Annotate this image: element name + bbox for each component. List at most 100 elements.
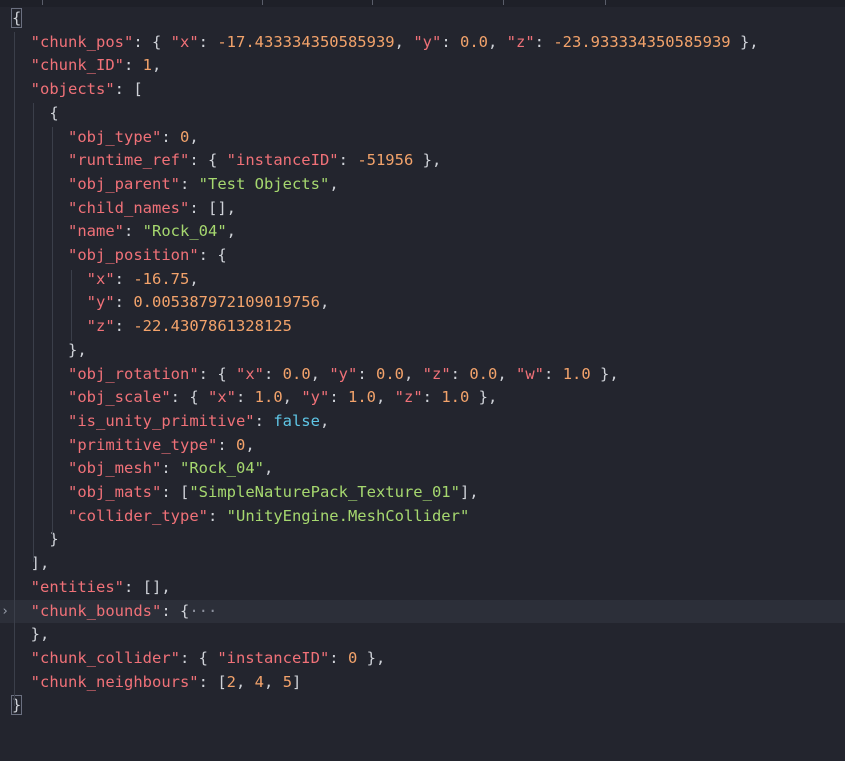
- code-line[interactable]: }: [0, 694, 845, 718]
- json-token: :: [179, 174, 199, 193]
- json-token: ,: [376, 388, 395, 407]
- json-key: "obj_parent": [68, 174, 180, 193]
- code-line[interactable]: {: [0, 7, 845, 31]
- json-key: "primitive_type": [68, 435, 218, 454]
- json-key: "obj_rotation": [68, 364, 199, 383]
- code-text: {: [10, 7, 23, 31]
- json-key: "objects": [30, 80, 115, 99]
- json-token: },: [68, 340, 87, 359]
- code-line[interactable]: "obj_mats": ["SimpleNaturePack_Texture_0…: [0, 481, 845, 505]
- json-key: "z": [422, 364, 451, 383]
- code-line[interactable]: "is_unity_primitive": false,: [0, 410, 845, 434]
- code-line[interactable]: "obj_rotation": { "x": 0.0, "y": 0.0, "z…: [0, 363, 845, 387]
- json-key: "collider_type": [68, 506, 208, 525]
- code-text: "obj_scale": { "x": 1.0, "y": 1.0, "z": …: [12, 386, 497, 410]
- json-token: ,: [487, 32, 507, 51]
- json-key: "x": [207, 388, 236, 407]
- json-token: :: [254, 411, 274, 430]
- chevron-right-icon[interactable]: ›: [0, 600, 10, 624]
- code-line[interactable]: "chunk_neighbours": [2, 4, 5]: [0, 671, 845, 695]
- json-token: },: [413, 151, 442, 170]
- json-token: :: [114, 269, 134, 288]
- json-key: "w": [516, 364, 545, 383]
- json-string: "UnityEngine.MeshCollider": [226, 506, 470, 525]
- code-line[interactable]: },: [0, 623, 845, 647]
- code-line[interactable]: "x": -16.75,: [0, 268, 845, 292]
- json-token: ,: [264, 459, 274, 478]
- code-text: "objects": [: [12, 78, 143, 102]
- json-token: {: [10, 8, 23, 28]
- json-keyword: false: [273, 411, 320, 430]
- code-text: "runtime_ref": { "instanceID": -51956 },: [12, 149, 441, 173]
- code-line[interactable]: "primitive_type": 0,: [0, 434, 845, 458]
- json-token: :: [534, 32, 554, 51]
- code-line[interactable]: "chunk_pos": { "x": -17.433334350585939,…: [0, 31, 845, 55]
- code-line[interactable]: "entities": [],: [0, 576, 845, 600]
- indent-guide: [14, 32, 15, 706]
- code-text: "obj_parent": "Test Objects",: [12, 173, 339, 197]
- code-line[interactable]: "y": 0.005387972109019756,: [0, 291, 845, 315]
- json-key: "chunk_pos": [30, 32, 134, 51]
- json-token: : {: [133, 32, 171, 51]
- json-key: "is_unity_primitive": [68, 411, 255, 430]
- code-line[interactable]: "name": "Rock_04",: [0, 220, 845, 244]
- strip-mark: [42, 0, 43, 5]
- json-token: ,: [319, 411, 330, 430]
- code-line[interactable]: ],: [0, 552, 845, 576]
- code-text: "obj_type": 0,: [12, 126, 199, 150]
- json-token: ,: [226, 222, 237, 241]
- code-line[interactable]: "obj_parent": "Test Objects",: [0, 173, 845, 197]
- code-line[interactable]: "child_names": [],: [0, 197, 845, 221]
- json-token: ,: [310, 364, 330, 383]
- code-line[interactable]: "obj_mesh": "Rock_04",: [0, 457, 845, 481]
- json-key: "obj_mesh": [68, 459, 162, 478]
- json-string: "SimpleNaturePack_Texture_01": [189, 483, 460, 501]
- json-token: : [: [114, 80, 143, 99]
- json-key: "obj_scale": [68, 388, 171, 407]
- json-token: : {: [189, 151, 227, 170]
- json-token: : {: [170, 388, 208, 407]
- code-line[interactable]: "objects": [: [0, 78, 845, 102]
- json-token: :: [198, 32, 218, 51]
- json-token: :: [329, 388, 348, 407]
- code-line[interactable]: "z": -22.4307861328125: [0, 315, 845, 339]
- json-token: ,: [264, 672, 283, 691]
- json-key: "child_names": [68, 198, 190, 217]
- code-line[interactable]: "runtime_ref": { "instanceID": -51956 },: [0, 149, 845, 173]
- json-number: 4: [254, 672, 265, 691]
- code-line[interactable]: "chunk_collider": { "instanceID": 0 },: [0, 647, 845, 671]
- json-number: 0.0: [469, 364, 498, 383]
- json-token: :: [422, 388, 442, 407]
- code-line[interactable]: "chunk_ID": 1,: [0, 54, 845, 78]
- code-line[interactable]: }: [0, 528, 845, 552]
- strip-mark: [262, 0, 263, 5]
- json-token: :: [114, 293, 134, 312]
- json-token: :: [338, 151, 358, 170]
- json-token: ,: [497, 364, 517, 383]
- json-number: 0: [180, 127, 190, 146]
- code-line[interactable]: › "chunk_bounds": {···: [0, 599, 845, 624]
- code-line[interactable]: },: [0, 339, 845, 363]
- code-line[interactable]: "obj_scale": { "x": 1.0, "y": 1.0, "z": …: [0, 386, 845, 410]
- code-line[interactable]: "obj_type": 0,: [0, 126, 845, 150]
- code-line[interactable]: "collider_type": "UnityEngine.MeshCollid…: [0, 505, 845, 529]
- strip-mark: [372, 0, 373, 5]
- json-number: 2: [226, 672, 236, 691]
- folded-ellipsis[interactable]: ···: [189, 602, 217, 620]
- json-number: 0: [235, 435, 246, 454]
- json-string: "Rock_04": [180, 459, 264, 478]
- code-editor[interactable]: { "chunk_pos": { "x": -17.43333435058593…: [0, 0, 845, 761]
- json-key: "chunk_neighbours": [30, 672, 199, 691]
- json-number: -23.933334350585939: [553, 32, 731, 51]
- json-token: :: [161, 127, 180, 146]
- code-line[interactable]: "obj_position": {: [0, 244, 845, 268]
- code-line[interactable]: {: [0, 102, 845, 126]
- json-token: ,: [282, 388, 302, 407]
- json-number: -16.75: [133, 269, 190, 288]
